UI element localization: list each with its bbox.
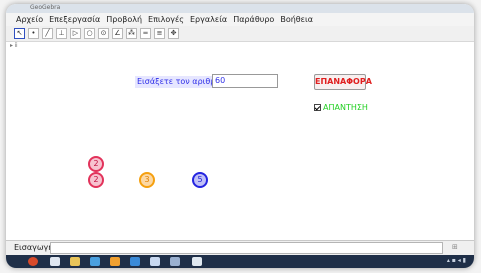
folder-icon[interactable] <box>70 257 80 266</box>
menu-file[interactable]: Αρχείο <box>16 15 43 24</box>
circle-tool-icon[interactable]: ○ <box>84 28 95 39</box>
answer-label: ΑΠΑΝΤΗΣΗ <box>323 103 368 112</box>
conic-tool-icon[interactable]: ⊙ <box>98 28 109 39</box>
graphics-view[interactable]: Εισάξετε τον αριθμό 60 ΕΠΑΝΑΦΟΡΑ ΑΠΑΝΤΗΣ… <box>6 48 474 240</box>
toolbar: ↖ • ╱ ⊥ ▷ ○ ⊙ ∠ ⁂ ═ ≡ ✥ ▪▫↶↷ <box>6 26 474 61</box>
firefox-icon[interactable] <box>110 257 120 266</box>
perpendicular-tool-icon[interactable]: ⊥ <box>56 28 67 39</box>
line-tool-icon[interactable]: ╱ <box>42 28 53 39</box>
geogebra-taskbar-icon[interactable] <box>192 257 202 266</box>
number-prompt-label: Εισάξετε τον αριθμό <box>135 76 223 88</box>
menu-tools[interactable]: Εργαλεία <box>190 15 227 24</box>
title-bar: GeoGebra <box>6 4 474 13</box>
start-icon[interactable] <box>28 257 38 266</box>
move-tool-icon[interactable]: ↖ <box>14 28 25 39</box>
polygon-tool-icon[interactable]: ▷ <box>70 28 81 39</box>
menu-help[interactable]: Βοήθεια <box>280 15 313 24</box>
text-tool-icon[interactable]: ≡ <box>154 28 165 39</box>
app-window: GeoGebra Αρχείο Επεξεργασία Προβολή Επιλ… <box>6 4 474 268</box>
answer-checkbox[interactable] <box>314 104 321 111</box>
move-view-tool-icon[interactable]: ✥ <box>168 28 179 39</box>
windows-taskbar: ▴ ▪ ◂ ▮ <box>6 255 474 268</box>
command-input[interactable] <box>50 242 443 254</box>
system-tray-icon[interactable]: ▴ ▪ ◂ ▮ <box>447 257 466 264</box>
window-title: GeoGebra <box>30 4 61 11</box>
answer-checkbox-group[interactable]: ΑΠΑΝΤΗΣΗ <box>314 103 368 112</box>
factor-circle[interactable]: 3 <box>139 172 155 188</box>
input-help-icon[interactable]: ⊞ <box>452 243 458 251</box>
app-icon[interactable] <box>170 257 180 266</box>
menu-window[interactable]: Παράθυρο <box>233 15 274 24</box>
reflect-tool-icon[interactable]: ⁂ <box>126 28 137 39</box>
menu-bar: Αρχείο Επεξεργασία Προβολή Επιλογές Εργα… <box>6 13 474 26</box>
factor-circle[interactable]: 2 <box>88 156 104 172</box>
explorer-icon[interactable] <box>50 257 60 266</box>
factor-circle[interactable]: 5 <box>192 172 208 188</box>
media-icon[interactable] <box>90 257 100 266</box>
menu-options[interactable]: Επιλογές <box>148 15 184 24</box>
menu-edit[interactable]: Επεξεργασία <box>49 15 100 24</box>
reset-button[interactable]: ΕΠΑΝΑΦΟΡΑ <box>314 74 372 90</box>
factor-circle[interactable]: 2 <box>88 172 104 188</box>
input-bar: Εισαγωγή: ⊞ <box>6 240 474 256</box>
number-input[interactable]: 60 <box>212 74 278 88</box>
menu-view[interactable]: Προβολή <box>106 15 142 24</box>
word-icon[interactable] <box>150 257 160 266</box>
browser-icon[interactable] <box>130 257 140 266</box>
slider-tool-icon[interactable]: ═ <box>140 28 151 39</box>
angle-tool-icon[interactable]: ∠ <box>112 28 123 39</box>
point-tool-icon[interactable]: • <box>28 28 39 39</box>
